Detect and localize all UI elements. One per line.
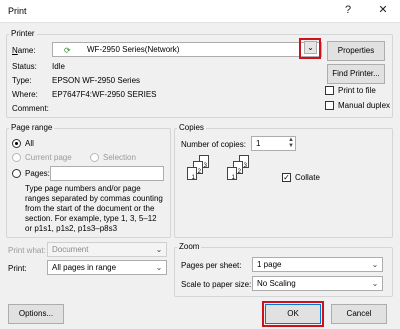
cancel-button[interactable]: Cancel: [331, 304, 387, 324]
chevron-down-icon: ⌄: [155, 245, 163, 254]
print-what-select[interactable]: Document ⌄: [47, 242, 167, 257]
printer-name-value: WF-2950 Series(Network): [87, 45, 180, 54]
print-value: All pages in range: [52, 263, 117, 272]
pages-per-sheet-label: Pages per sheet:: [181, 261, 242, 270]
print-to-file-checkbox[interactable]: [325, 86, 334, 95]
chevron-down-icon[interactable]: ⌄: [304, 41, 317, 54]
print-to-file-label: Print to file: [338, 86, 376, 95]
copies-group-label: Copies: [177, 123, 206, 132]
printer-group-label: Printer: [9, 29, 37, 38]
page-range-help-text: Type page numbers and/or page ranges sep…: [25, 184, 163, 233]
current-page-label: Current page: [25, 153, 72, 162]
pages-input[interactable]: [50, 166, 164, 181]
chevron-down-icon: ⌄: [371, 279, 379, 288]
number-of-copies-label: Number of copies:: [181, 140, 246, 149]
printer-name-select[interactable]: ⟳ WF-2950 Series(Network): [52, 42, 322, 57]
status-label: Status:: [12, 62, 37, 71]
options-button[interactable]: Options...: [8, 304, 64, 324]
collate-illustration-icon-2: 3 2 1: [227, 155, 267, 195]
chevron-down-icon: ⌄: [155, 263, 163, 272]
all-radio[interactable]: [12, 139, 21, 148]
selection-radio[interactable]: [90, 153, 99, 162]
status-value: Idle: [52, 62, 65, 71]
properties-button[interactable]: Properties: [327, 41, 385, 61]
number-of-copies-input[interactable]: 1 ▲ ▼: [251, 136, 296, 151]
all-label: All: [25, 139, 34, 148]
page-range-group-label: Page range: [9, 123, 55, 132]
collate-label: Collate: [295, 173, 320, 182]
name-label: Name:: [12, 46, 36, 55]
close-icon[interactable]: ✕: [375, 2, 391, 18]
current-page-radio[interactable]: [12, 153, 21, 162]
where-label: Where:: [12, 90, 38, 99]
pages-radio[interactable]: [12, 169, 21, 178]
where-value: EP7647F4:WF-2950 SERIES: [52, 90, 157, 99]
print-what-label: Print what:: [8, 246, 46, 255]
scale-value: No Scaling: [257, 279, 296, 288]
collate-illustration-icon: 3 2 1: [187, 155, 227, 195]
find-printer-button[interactable]: Find Printer...: [327, 64, 385, 84]
window-title: Print: [8, 6, 27, 16]
help-icon[interactable]: ?: [340, 2, 356, 18]
collate-checkbox[interactable]: ✓: [282, 173, 291, 182]
print-what-value: Document: [52, 245, 89, 254]
ok-button[interactable]: OK: [265, 304, 321, 324]
scale-label: Scale to paper size:: [181, 280, 252, 289]
manual-duplex-label: Manual duplex: [338, 101, 391, 110]
pages-label: Pages:: [25, 169, 50, 178]
print-label: Print:: [8, 264, 27, 273]
pages-per-sheet-select[interactable]: 1 page ⌄: [252, 257, 383, 272]
network-printer-icon: ⟳: [64, 46, 71, 55]
zoom-group-label: Zoom: [177, 242, 202, 251]
number-of-copies-value: 1: [256, 139, 261, 148]
type-value: EPSON WF-2950 Series: [52, 76, 141, 85]
scale-select[interactable]: No Scaling ⌄: [252, 276, 383, 291]
spinner-arrows-icon[interactable]: ▲ ▼: [288, 137, 294, 149]
manual-duplex-checkbox[interactable]: [325, 101, 334, 110]
print-select[interactable]: All pages in range ⌄: [47, 260, 167, 275]
chevron-down-icon: ⌄: [371, 260, 379, 269]
selection-label: Selection: [103, 153, 136, 162]
comment-label: Comment:: [12, 104, 49, 113]
pages-per-sheet-value: 1 page: [257, 260, 282, 269]
type-label: Type:: [12, 76, 32, 85]
